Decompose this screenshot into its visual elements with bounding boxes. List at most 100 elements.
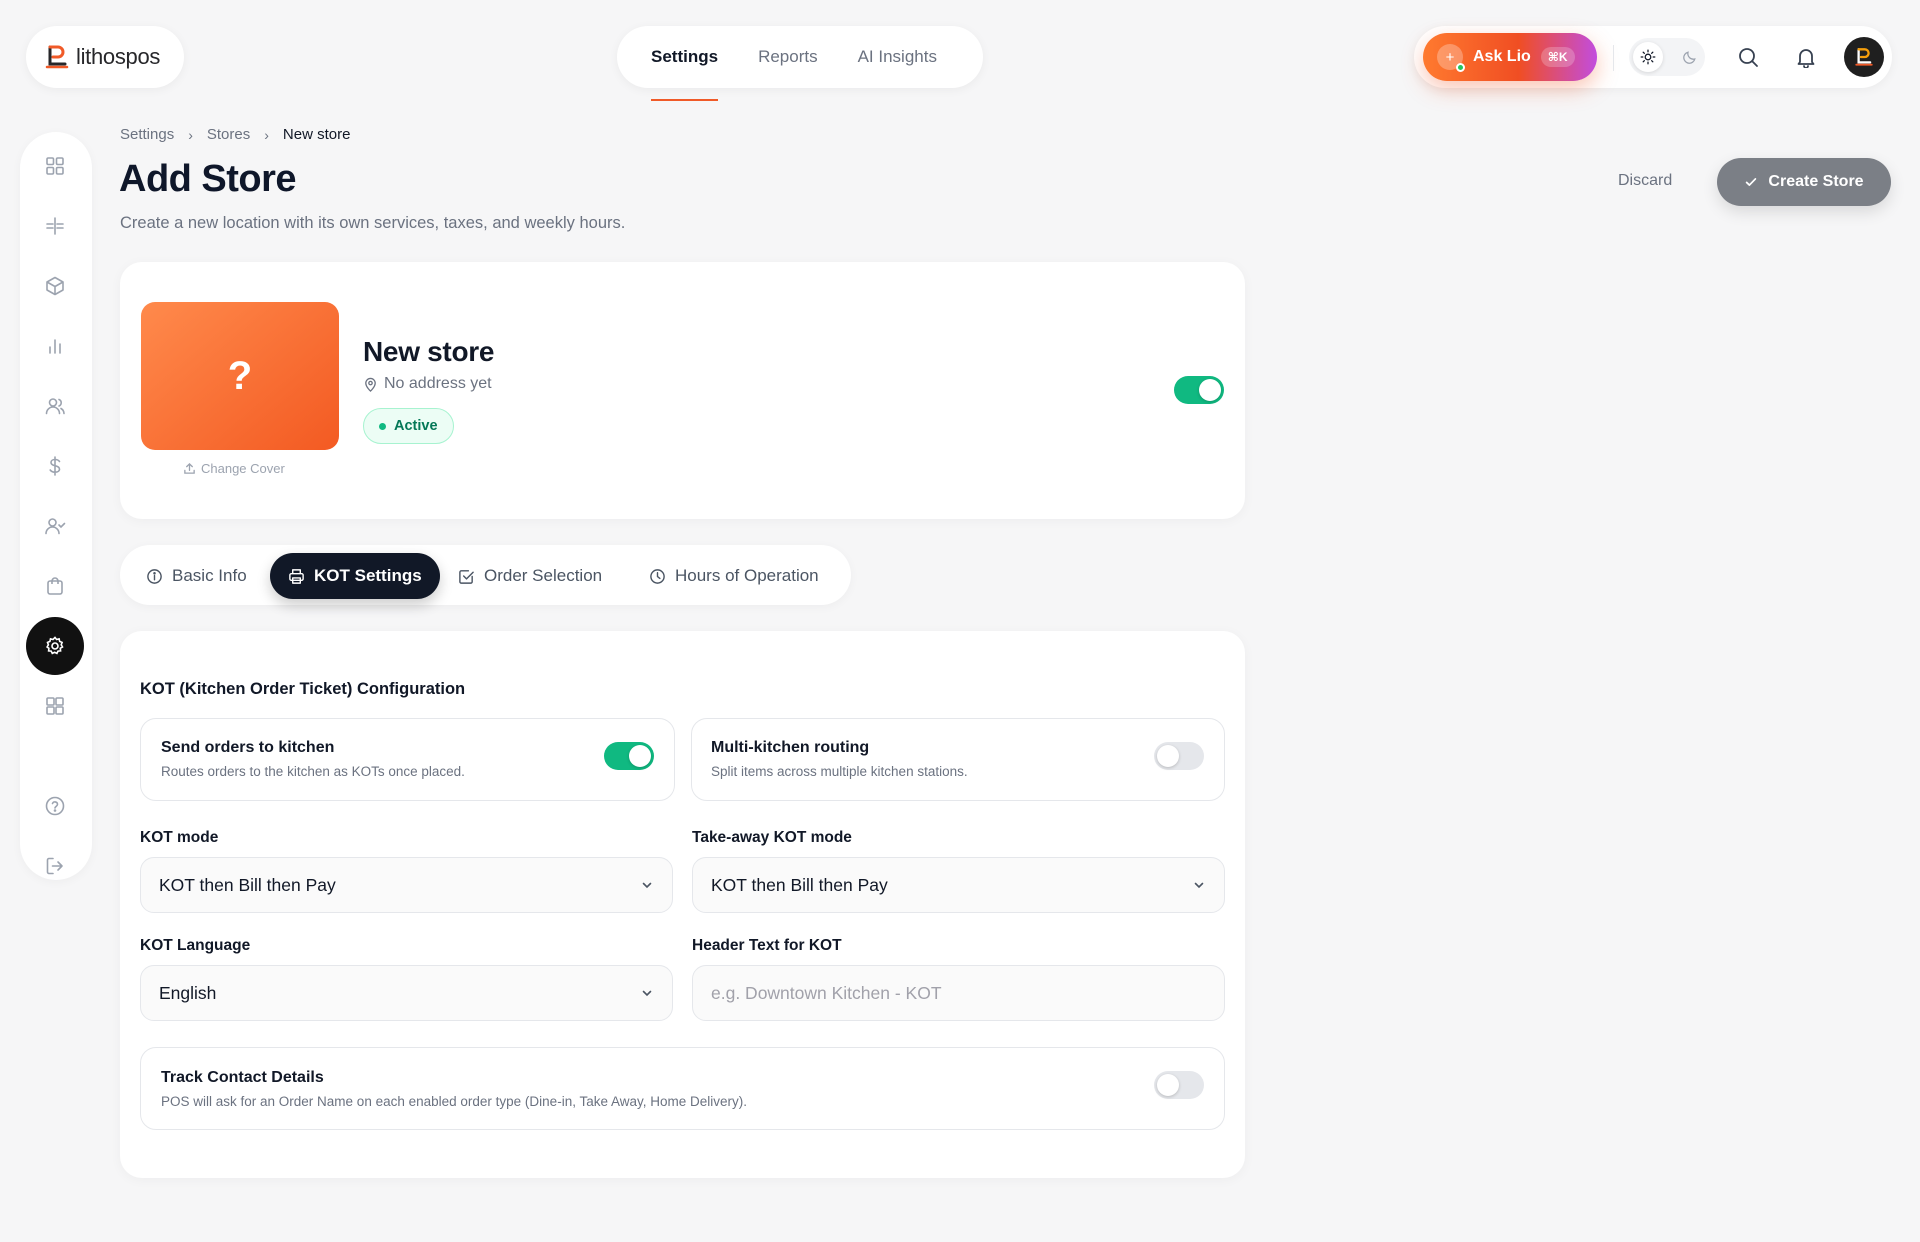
apps-icon	[46, 697, 64, 715]
sidebar-item-customers[interactable]	[26, 377, 84, 435]
page-subtitle: Create a new location with its own servi…	[120, 214, 626, 232]
ask-lio-label: Ask Lio	[1473, 48, 1531, 65]
dollar-icon	[49, 456, 61, 476]
breadcrumb-settings[interactable]: Settings	[120, 126, 174, 143]
breadcrumb-stores[interactable]: Stores	[207, 126, 250, 143]
chevron-right-icon: ›	[188, 126, 193, 143]
header-text-input[interactable]	[692, 965, 1225, 1021]
tab-order-selection[interactable]: Order Selection	[440, 553, 620, 599]
chevron-down-icon	[1194, 882, 1204, 889]
lithospos-logo-icon	[44, 44, 70, 70]
sidebar-item-dashboard[interactable]	[26, 137, 84, 195]
send-orders-description: Routes orders to the kitchen as KOTs onc…	[161, 764, 465, 779]
breadcrumb: Settings › Stores › New store	[120, 126, 350, 143]
tab-basic-info-label: Basic Info	[172, 566, 247, 585]
store-address-text: No address yet	[384, 375, 492, 392]
tab-hours-of-operation[interactable]: Hours of Operation	[631, 553, 837, 599]
takeaway-mode-label: Take-away KOT mode	[692, 829, 852, 846]
create-store-button[interactable]: Create Store	[1717, 158, 1891, 206]
nav-ai-insights[interactable]: AI Insights	[858, 47, 937, 67]
toggle-knob	[1157, 1074, 1179, 1096]
map-pin-icon	[365, 377, 376, 392]
send-orders-title: Send orders to kitchen	[161, 739, 335, 756]
sidebar-item-help[interactable]	[26, 777, 84, 835]
help-icon	[45, 796, 65, 816]
brand-name: lithospos	[76, 44, 161, 69]
shopping-bag-icon	[47, 577, 63, 595]
avatar[interactable]	[1844, 37, 1884, 77]
kot-mode-label: KOT mode	[140, 829, 219, 846]
tab-basic-info[interactable]: Basic Info	[128, 553, 265, 599]
bell-icon[interactable]	[1788, 39, 1824, 75]
toggle-knob	[1157, 745, 1179, 767]
sidebar-item-orders[interactable]	[26, 557, 84, 615]
sidebar-item-apps[interactable]	[26, 677, 84, 735]
header-text-label: Header Text for KOT	[692, 937, 842, 954]
toggle-knob	[629, 745, 651, 767]
breadcrumb-current: New store	[282, 126, 351, 143]
kot-mode-select[interactable]: KOT then Bill then Pay	[140, 857, 673, 913]
send-orders-card	[140, 718, 675, 801]
sparkle-icon: +	[1437, 44, 1465, 72]
tab-order-selection-label: Order Selection	[484, 566, 603, 585]
search-icon[interactable]	[1730, 39, 1766, 75]
ask-lio-button[interactable]: + Ask Lio ⌘K	[1423, 33, 1597, 81]
brand-logo[interactable]: lithospos	[26, 26, 184, 88]
store-address: No address yet	[363, 375, 492, 393]
change-cover-button[interactable]: Change Cover	[183, 461, 285, 476]
multi-kitchen-toggle[interactable]	[1154, 742, 1204, 770]
store-enabled-toggle[interactable]	[1174, 376, 1224, 404]
kot-language-select[interactable]: English	[140, 965, 673, 1021]
change-cover-label: Change Cover	[201, 461, 285, 476]
create-store-label: Create Store	[1768, 173, 1864, 190]
info-icon	[147, 568, 162, 584]
nav-reports[interactable]: Reports	[758, 47, 818, 67]
kot-section-title: KOT (Kitchen Order Ticket) Configuration	[140, 680, 466, 698]
kot-mode-value: KOT then Bill then Pay	[159, 874, 336, 895]
user-check-icon	[45, 518, 66, 535]
sidebar-item-settings[interactable]	[26, 617, 84, 675]
tab-kot-settings[interactable]: KOT Settings	[270, 553, 440, 599]
sidebar-item-products[interactable]	[26, 257, 84, 315]
chevron-right-icon: ›	[264, 126, 269, 143]
tab-kot-settings-label: KOT Settings	[314, 566, 422, 585]
store-cover[interactable]: ?	[141, 302, 339, 450]
logout-icon	[46, 857, 63, 875]
bar-chart-icon	[49, 339, 61, 354]
sidebar-item-logout[interactable]	[26, 837, 84, 895]
chevron-down-icon	[642, 882, 652, 889]
takeaway-mode-select[interactable]: KOT then Bill then Pay	[692, 857, 1225, 913]
nav-settings[interactable]: Settings	[651, 47, 719, 101]
track-contact-card	[140, 1047, 1225, 1130]
toggle-knob	[1199, 379, 1221, 401]
check-icon	[1746, 178, 1757, 186]
track-contact-toggle[interactable]	[1154, 1071, 1204, 1099]
top-navigation: Settings Reports AI Insights	[617, 26, 983, 101]
status-badge: Active	[363, 408, 454, 444]
kot-language-value: English	[159, 982, 217, 1003]
ask-lio-shortcut: ⌘K	[1540, 47, 1575, 67]
takeaway-mode-value: KOT then Bill then Pay	[711, 874, 888, 895]
multi-kitchen-title: Multi-kitchen routing	[711, 739, 870, 756]
status-label: Active	[394, 418, 438, 434]
grid-icon	[46, 157, 64, 175]
store-name: New store	[363, 336, 495, 367]
cube-icon	[46, 276, 64, 296]
clock-icon	[650, 568, 665, 584]
printer-icon	[289, 568, 304, 584]
sidebar-item-staff[interactable]	[26, 497, 84, 555]
send-orders-toggle[interactable]	[604, 742, 654, 770]
chevron-down-icon	[642, 990, 652, 997]
sun-icon[interactable]	[1633, 42, 1663, 72]
moon-icon[interactable]	[1675, 42, 1705, 72]
track-contact-description: POS will ask for an Order Name on each e…	[161, 1094, 748, 1109]
kot-language-label: KOT Language	[140, 937, 251, 954]
sidebar-item-finance[interactable]	[26, 437, 84, 495]
crosshair-icon	[46, 217, 64, 235]
users-icon	[45, 398, 65, 415]
sidebar-item-layout[interactable]	[26, 197, 84, 255]
tab-hours-label: Hours of Operation	[675, 566, 819, 585]
sidebar-item-analytics[interactable]	[26, 317, 84, 375]
discard-button[interactable]: Discard	[1618, 172, 1672, 190]
online-dot	[1456, 63, 1465, 72]
